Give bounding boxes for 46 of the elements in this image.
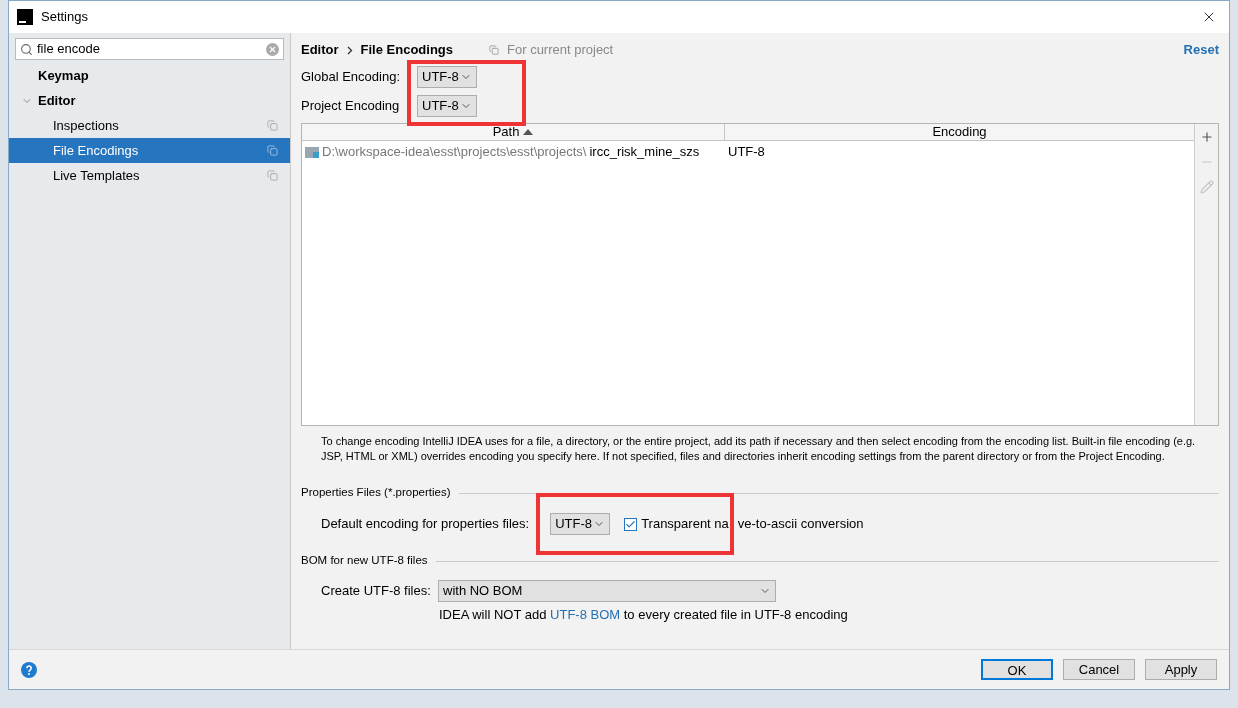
add-icon[interactable] <box>1199 130 1214 144</box>
table-cell-text: UTF-8 <box>727 143 765 162</box>
section-title: Properties Files (*.properties) <box>301 485 451 501</box>
folder-icon <box>305 146 319 158</box>
breadcrumb-item: Editor <box>301 41 339 60</box>
sidebar-item[interactable]: File Encodings <box>9 138 290 163</box>
project-scope-icon <box>267 145 278 156</box>
reset-link[interactable]: Reset <box>1183 40 1219 60</box>
encoding-label: Global Encoding: <box>301 68 401 87</box>
encoding-dropdown[interactable]: with NO BOM <box>438 580 776 602</box>
clear-icon[interactable] <box>266 42 279 56</box>
encoding-label: Project Encoding <box>301 97 401 116</box>
bom-link[interactable]: UTF-8 BOM <box>550 607 621 623</box>
checkbox[interactable] <box>624 517 638 531</box>
help-icon[interactable] <box>21 661 37 678</box>
description-text: To change encoding IntelliJ IDEA uses for a file, a directory, or the entire project, add its path if necessary and then select encoding from the encoding list. Built-in file encoding (e.g. JSP, HTML or XML) overrides encoding you specify here. If not specified, files and directories inherit encoding settings from the parent directory or from the Project Encoding. <box>320 434 1197 464</box>
breadcrumb-item: File Encodings <box>360 41 454 60</box>
scope-label: For current project <box>507 41 615 60</box>
sidebar-item[interactable]: Live Templates <box>9 163 290 188</box>
chevron-right-icon <box>346 45 353 55</box>
field-label: Default encoding for properties files: <box>321 515 530 534</box>
encoding-dropdown[interactable]: UTF-8 <box>417 66 477 88</box>
dialog-button[interactable]: OK <box>981 659 1053 680</box>
project-scope-icon <box>267 120 278 131</box>
search-icon <box>20 42 33 56</box>
table-cell: D:\workspace-idea\esst\projects\esst\projects\ ircc_risk_mine_szs <box>302 142 725 162</box>
column-header[interactable]: Encoding <box>725 124 1194 140</box>
search-field[interactable]: file encode <box>15 38 284 60</box>
encoding-dropdown[interactable]: UTF-8 <box>417 95 477 117</box>
dialog-button[interactable]: Apply <box>1145 659 1217 680</box>
window-title: Settings <box>41 8 89 27</box>
project-scope-icon <box>489 45 500 55</box>
dialog-button[interactable]: Cancel <box>1063 659 1135 680</box>
project-scope-icon <box>267 170 278 181</box>
checkbox-label: ve-to-ascii conversion <box>737 515 864 534</box>
sidebar-item[interactable]: Inspections <box>9 113 290 138</box>
sidebar-item[interactable]: Keymap <box>9 63 290 88</box>
encoding-dropdown[interactable]: UTF-8 <box>550 513 611 535</box>
field-label: Create UTF-8 files: <box>321 582 432 601</box>
checkbox-label: Transparent na <box>641 515 729 534</box>
bom-note: IDEA will NOT add UTF-8 BOM to every created file in UTF-8 encoding <box>439 606 848 625</box>
sidebar-item[interactable]: Editor <box>9 88 290 113</box>
section-title: BOM for new UTF-8 files <box>301 553 428 569</box>
app-logo-icon <box>17 9 33 25</box>
column-header[interactable]: Path <box>302 124 725 140</box>
sort-icon <box>523 129 534 135</box>
